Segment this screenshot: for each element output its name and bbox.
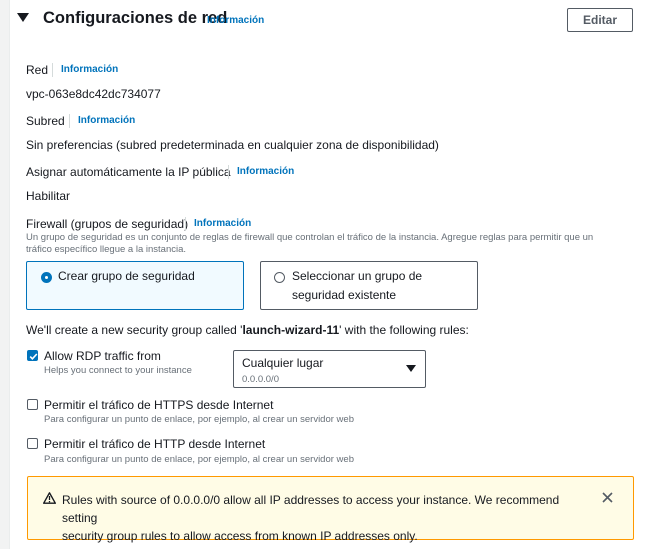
public-ip-info-link[interactable]: Información <box>237 166 294 177</box>
close-icon[interactable] <box>602 492 613 503</box>
divider <box>69 114 70 128</box>
firewall-description-line1: Un grupo de seguridad es un conjunto de … <box>26 232 594 243</box>
http-label: Permitir el tráfico de HTTP desde Intern… <box>44 437 266 451</box>
warning-text-line1: Rules with source of 0.0.0.0/0 allow all… <box>62 493 560 525</box>
http-description: Para configurar un punto de enlace, por … <box>44 454 354 465</box>
select-existing-group-label-line1: Seleccionar un grupo de <box>292 269 423 283</box>
public-ip-value: Habilitar <box>26 189 71 203</box>
rdp-label: Allow RDP traffic from <box>44 349 161 363</box>
network-info-link[interactable]: Información <box>61 64 118 75</box>
rdp-checkbox[interactable] <box>27 350 38 361</box>
network-label: Red <box>26 63 49 77</box>
divider <box>185 217 186 231</box>
create-security-group-tile[interactable]: Crear grupo de seguridad <box>26 261 244 310</box>
firewall-info-link[interactable]: Información <box>194 218 251 229</box>
create-security-group-label: Crear grupo de seguridad <box>58 269 195 283</box>
warning-alert: Rules with source of 0.0.0.0/0 allow all… <box>27 476 634 543</box>
select-existing-group-label-line2: seguridad existente <box>292 288 397 302</box>
subnet-info-link[interactable]: Información <box>78 115 135 126</box>
check-icon <box>29 353 38 360</box>
divider <box>52 63 53 77</box>
rdp-source-cidr: 0.0.0.0/0 <box>242 374 279 385</box>
rules-intro: We'll create a new security group called… <box>26 323 469 337</box>
rules-intro-prefix: We'll create a new security group called… <box>26 323 243 337</box>
subnet-value: Sin preferencias (subred predeterminada … <box>26 138 439 152</box>
select-existing-group-radio[interactable] <box>274 272 285 283</box>
warning-icon <box>43 492 56 504</box>
warning-text: Rules with source of 0.0.0.0/0 allow all… <box>62 491 582 545</box>
divider <box>228 165 229 179</box>
network-value: vpc-063e8dc42dc734077 <box>26 87 161 101</box>
section-info-link[interactable]: Información <box>207 15 264 26</box>
rdp-source-select[interactable]: Cualquier lugar 0.0.0.0/0 <box>233 350 426 388</box>
firewall-label: Firewall (grupos de seguridad) <box>26 217 189 231</box>
select-existing-group-tile[interactable]: Seleccionar un grupo de seguridad existe… <box>260 261 478 310</box>
rdp-source-value: Cualquier lugar <box>242 356 324 370</box>
subnet-label: Subred <box>26 114 65 128</box>
caret-down-icon[interactable] <box>17 13 29 22</box>
security-group-name: launch-wizard-11 <box>242 323 340 337</box>
http-checkbox[interactable] <box>27 438 38 449</box>
rules-intro-suffix: ' with the following rules: <box>339 323 469 337</box>
warning-text-line2: security group rules to allow access fro… <box>62 529 418 543</box>
create-security-group-radio[interactable] <box>41 272 52 283</box>
rdp-description: Helps you connect to your instance <box>44 365 192 376</box>
https-checkbox[interactable] <box>27 399 38 410</box>
firewall-description-line2: tráfico específico llegue a la instancia… <box>26 244 187 255</box>
dropdown-caret-icon <box>406 365 416 372</box>
section-title: Configuraciones de red <box>43 9 228 27</box>
edit-button[interactable]: Editar <box>567 8 633 32</box>
https-description: Para configurar un punto de enlace, por … <box>44 414 354 425</box>
https-label: Permitir el tráfico de HTTPS desde Inter… <box>44 398 274 412</box>
public-ip-label: Asignar automáticamente la IP pública <box>26 165 231 179</box>
